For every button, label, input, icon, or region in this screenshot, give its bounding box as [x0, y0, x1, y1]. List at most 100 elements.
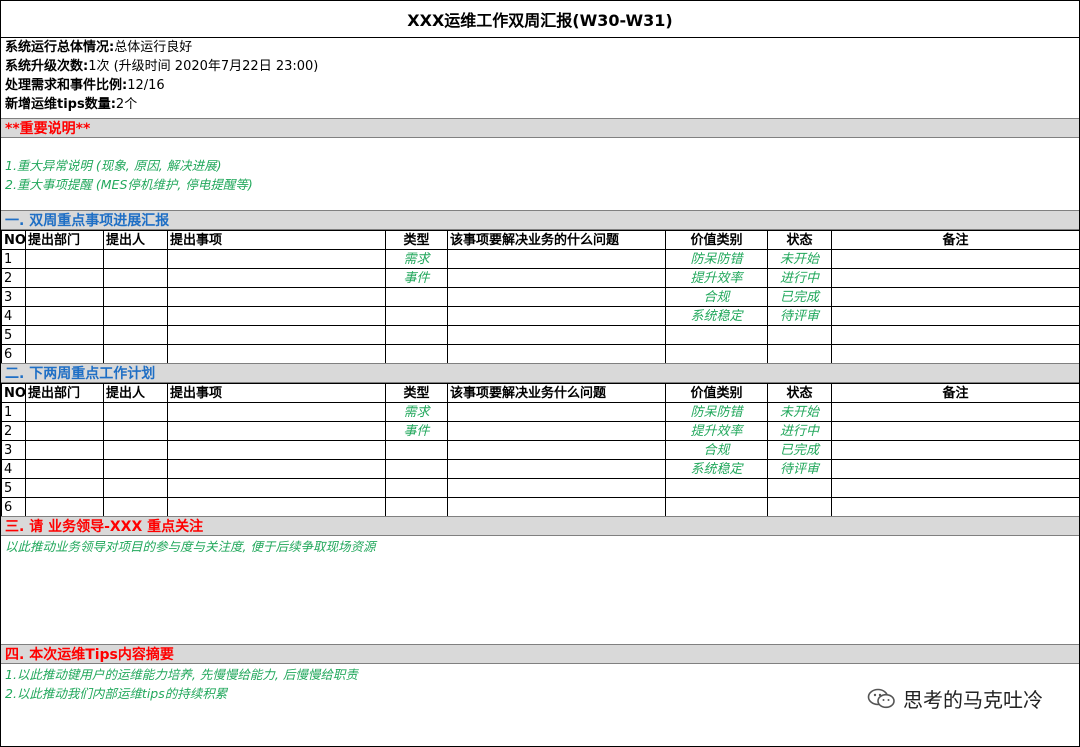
cell-item[interactable]	[167, 287, 386, 307]
cell-status[interactable]: 未开始	[767, 249, 832, 269]
cell-dept[interactable]	[25, 478, 104, 498]
cell-status[interactable]	[767, 344, 832, 364]
cell-dept[interactable]	[25, 287, 104, 307]
cell-person[interactable]	[103, 287, 168, 307]
cell-dept[interactable]	[25, 440, 104, 460]
cell-value[interactable]	[665, 344, 768, 364]
cell-type[interactable]	[385, 478, 448, 498]
cell-type[interactable]: 事件	[385, 268, 448, 288]
cell-person[interactable]	[103, 421, 168, 441]
cell-item[interactable]	[167, 344, 386, 364]
cell-type[interactable]	[385, 344, 448, 364]
cell-type[interactable]	[385, 306, 448, 326]
cell-status[interactable]	[767, 478, 832, 498]
cell-problem[interactable]	[447, 478, 666, 498]
cell-item[interactable]	[167, 306, 386, 326]
cell-item[interactable]	[167, 421, 386, 441]
cell-value[interactable]: 防呆防错	[665, 249, 768, 269]
cell-dept[interactable]	[25, 268, 104, 288]
cell-item[interactable]	[167, 268, 386, 288]
cell-item[interactable]	[167, 497, 386, 517]
cell-problem[interactable]	[447, 268, 666, 288]
cell-remark[interactable]	[831, 421, 1080, 441]
cell-person[interactable]	[103, 440, 168, 460]
cell-problem[interactable]	[447, 402, 666, 422]
cell-value[interactable]: 合规	[665, 287, 768, 307]
cell-dept[interactable]	[25, 325, 104, 345]
cell-person[interactable]	[103, 344, 168, 364]
cell-remark[interactable]	[831, 306, 1080, 326]
cell-dept[interactable]	[25, 497, 104, 517]
cell-status[interactable]: 进行中	[767, 268, 832, 288]
cell-dept[interactable]	[25, 306, 104, 326]
cell-person[interactable]	[103, 249, 168, 269]
cell-remark[interactable]	[831, 459, 1080, 479]
cell-value[interactable]: 提升效率	[665, 421, 768, 441]
table-header-row: NO 提出部门 提出人 提出事项 类型 该事项要解决业务什么问题 价值类别 状态…	[1, 383, 1080, 403]
cell-value[interactable]: 防呆防错	[665, 402, 768, 422]
cell-status[interactable]	[767, 497, 832, 517]
cell-dept[interactable]	[25, 459, 104, 479]
cell-value[interactable]: 系统稳定	[665, 459, 768, 479]
cell-item[interactable]	[167, 249, 386, 269]
cell-item[interactable]	[167, 478, 386, 498]
cell-person[interactable]	[103, 459, 168, 479]
cell-remark[interactable]	[831, 402, 1080, 422]
table-row: 3 合规 已完成	[1, 440, 1080, 460]
cell-dept[interactable]	[25, 344, 104, 364]
cell-status[interactable]: 待评审	[767, 459, 832, 479]
cell-remark[interactable]	[831, 497, 1080, 517]
cell-status[interactable]: 已完成	[767, 287, 832, 307]
cell-value[interactable]	[665, 497, 768, 517]
cell-status[interactable]: 未开始	[767, 402, 832, 422]
cell-remark[interactable]	[831, 268, 1080, 288]
cell-value[interactable]: 合规	[665, 440, 768, 460]
cell-problem[interactable]	[447, 459, 666, 479]
cell-type[interactable]	[385, 325, 448, 345]
cell-person[interactable]	[103, 268, 168, 288]
cell-value[interactable]	[665, 325, 768, 345]
cell-item[interactable]	[167, 325, 386, 345]
cell-dept[interactable]	[25, 421, 104, 441]
cell-problem[interactable]	[447, 306, 666, 326]
cell-item[interactable]	[167, 440, 386, 460]
cell-type[interactable]	[385, 287, 448, 307]
cell-remark[interactable]	[831, 344, 1080, 364]
cell-person[interactable]	[103, 306, 168, 326]
cell-person[interactable]	[103, 402, 168, 422]
cell-type[interactable]: 需求	[385, 249, 448, 269]
cell-status[interactable]: 已完成	[767, 440, 832, 460]
cell-problem[interactable]	[447, 287, 666, 307]
cell-type[interactable]	[385, 459, 448, 479]
cell-item[interactable]	[167, 402, 386, 422]
cell-status[interactable]: 进行中	[767, 421, 832, 441]
cell-item[interactable]	[167, 459, 386, 479]
cell-remark[interactable]	[831, 325, 1080, 345]
cell-status[interactable]: 待评审	[767, 306, 832, 326]
cell-person[interactable]	[103, 497, 168, 517]
cell-problem[interactable]	[447, 497, 666, 517]
cell-type[interactable]: 需求	[385, 402, 448, 422]
cell-person[interactable]	[103, 478, 168, 498]
cell-type[interactable]: 事件	[385, 421, 448, 441]
cell-dept[interactable]	[25, 402, 104, 422]
summary-row: 处理需求和事件比例:12/16	[5, 76, 318, 95]
cell-remark[interactable]	[831, 440, 1080, 460]
cell-remark[interactable]	[831, 249, 1080, 269]
cell-dept[interactable]	[25, 249, 104, 269]
cell-type[interactable]	[385, 440, 448, 460]
cell-problem[interactable]	[447, 249, 666, 269]
col-header: 状态	[767, 383, 832, 403]
cell-remark[interactable]	[831, 478, 1080, 498]
cell-remark[interactable]	[831, 287, 1080, 307]
cell-value[interactable]	[665, 478, 768, 498]
cell-value[interactable]: 系统稳定	[665, 306, 768, 326]
cell-problem[interactable]	[447, 440, 666, 460]
cell-person[interactable]	[103, 325, 168, 345]
cell-problem[interactable]	[447, 325, 666, 345]
cell-status[interactable]	[767, 325, 832, 345]
cell-type[interactable]	[385, 497, 448, 517]
cell-problem[interactable]	[447, 421, 666, 441]
cell-value[interactable]: 提升效率	[665, 268, 768, 288]
cell-problem[interactable]	[447, 344, 666, 364]
